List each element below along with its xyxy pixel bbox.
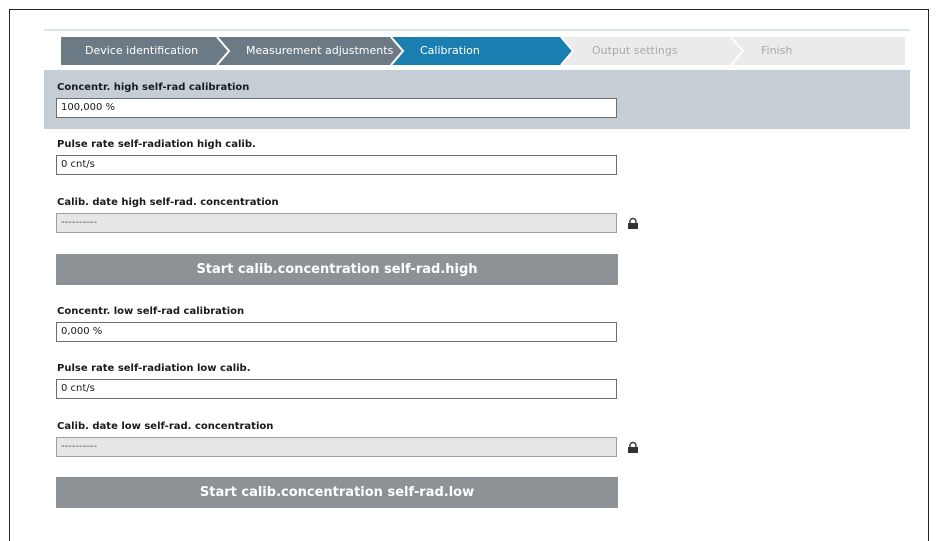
low-date-field: ---------- <box>56 437 617 457</box>
step-label: Output settings <box>592 44 678 57</box>
low-pulse-label: Pulse rate self-radiation low calib. <box>57 363 251 374</box>
high-date-label: Calib. date high self-rad. concentration <box>57 197 279 208</box>
start-high-calibration-button[interactable]: Start calib.concentration self-rad.high <box>56 254 618 285</box>
high-date-field: ---------- <box>56 213 617 233</box>
high-conc-label: Concentr. high self-rad calibration <box>57 82 250 93</box>
high-conc-input[interactable]: 100,000 % <box>56 98 617 118</box>
step-label: Device identification <box>85 44 199 57</box>
step-label: Finish <box>761 44 793 57</box>
step-output-settings[interactable]: Output settings <box>563 37 733 65</box>
step-label: Calibration <box>420 44 480 57</box>
step-label: Measurement adjustments <box>246 44 394 57</box>
low-pulse-input[interactable]: 0 cnt/s <box>56 379 617 399</box>
step-finish[interactable]: Finish <box>733 37 905 65</box>
start-low-calibration-button[interactable]: Start calib.concentration self-rad.low <box>56 477 618 508</box>
low-conc-label: Concentr. low self-rad calibration <box>57 306 245 317</box>
low-conc-input[interactable]: 0,000 % <box>56 322 617 342</box>
low-date-label: Calib. date low self-rad. concentration <box>57 421 274 432</box>
high-pulse-label: Pulse rate self-radiation high calib. <box>57 139 256 150</box>
lock-icon <box>628 217 638 229</box>
lock-icon <box>628 441 638 453</box>
step-measurement-adjustments[interactable]: Measurement adjustments <box>221 37 393 65</box>
top-divider <box>44 29 910 31</box>
high-pulse-input[interactable]: 0 cnt/s <box>56 155 617 175</box>
wizard-progress: Device identification Measurement adjust… <box>61 37 905 65</box>
step-calibration[interactable]: Calibration <box>393 37 563 65</box>
step-device-identification[interactable]: Device identification <box>61 37 221 65</box>
